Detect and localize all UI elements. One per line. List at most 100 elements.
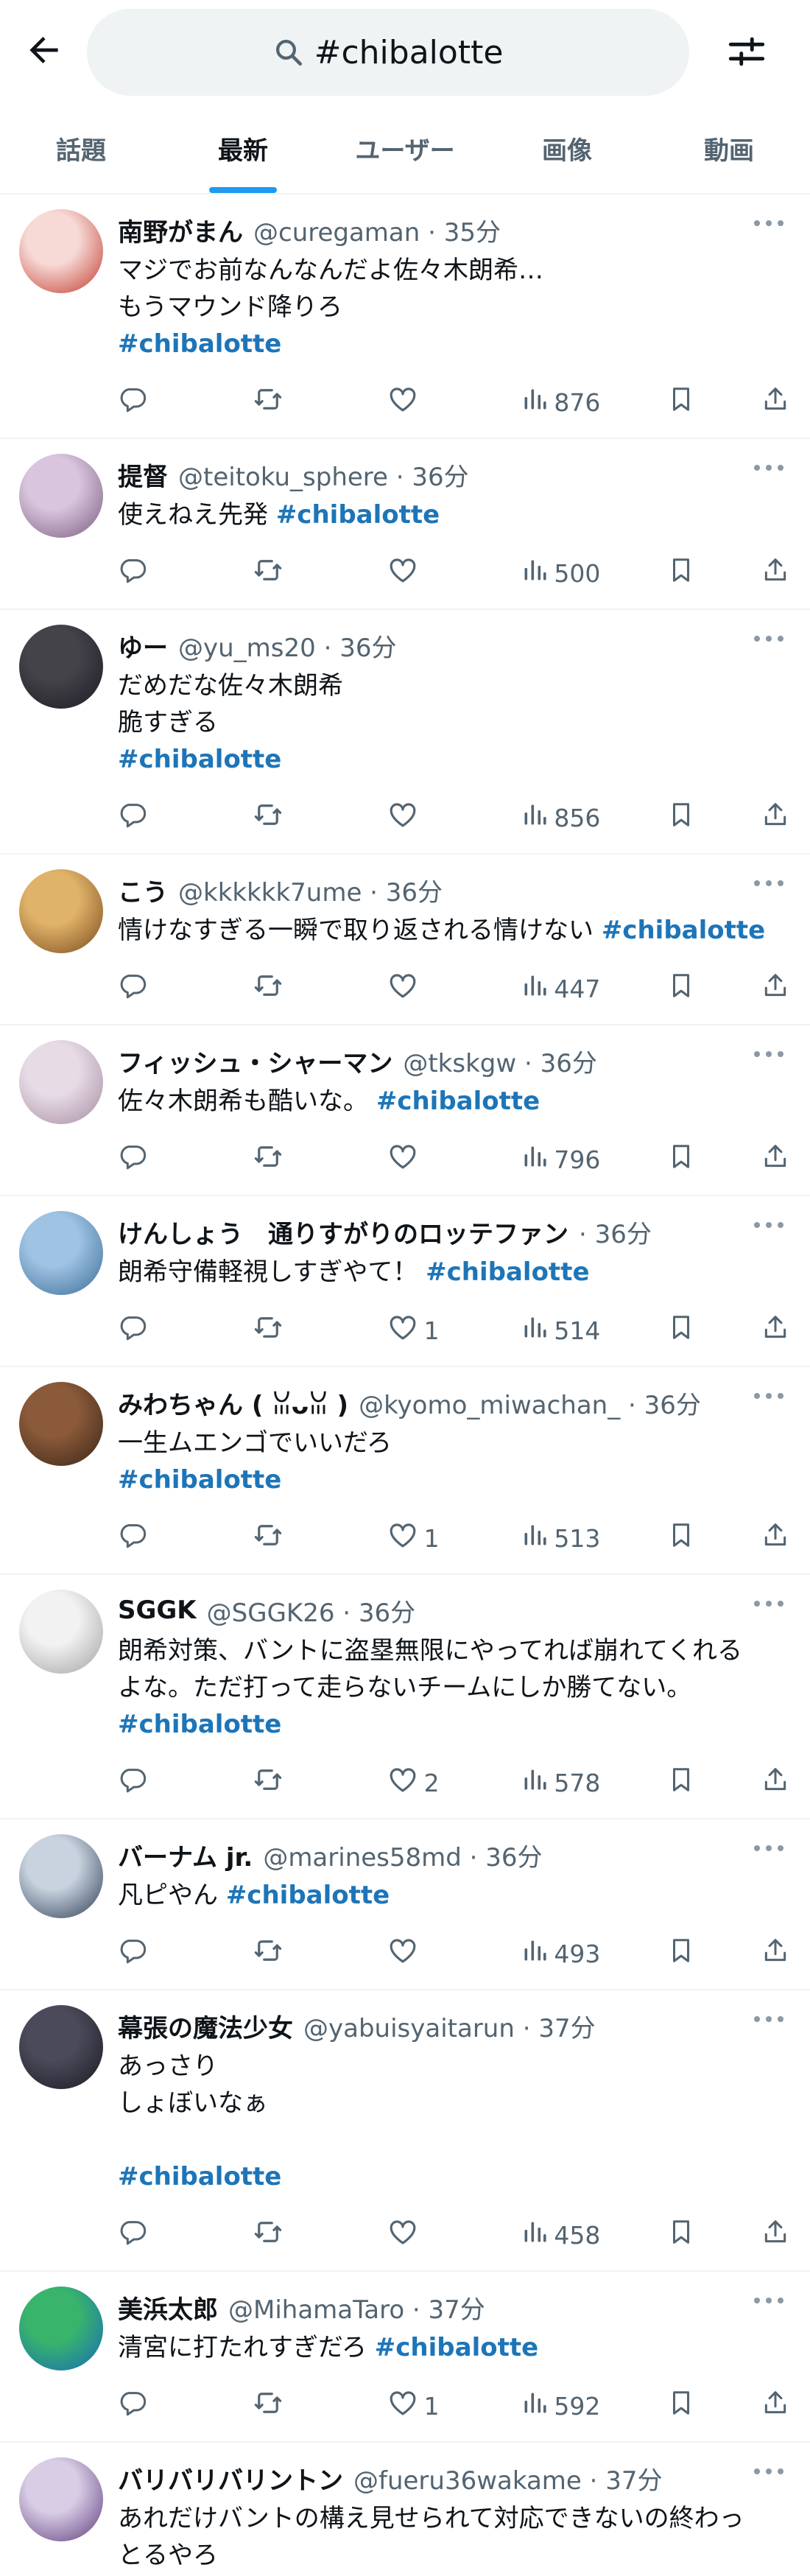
tab-people[interactable]: ユーザー (324, 103, 486, 193)
reply-button[interactable] (118, 2217, 253, 2253)
retweet-button[interactable] (253, 384, 387, 421)
bookmark-button[interactable] (667, 1521, 761, 1555)
share-button[interactable] (761, 556, 791, 590)
retweet-button[interactable] (253, 1312, 387, 1349)
avatar[interactable] (19, 2457, 103, 2541)
retweet-button[interactable] (253, 799, 387, 836)
display-name[interactable]: 幕張の魔法少女 (118, 2008, 293, 2044)
views-button[interactable]: 592 (521, 2390, 667, 2422)
hashtag-link[interactable]: #chibalotte (118, 1465, 281, 1495)
tweet[interactable]: バーナム jr. @marines58md · 36分 凡ピやん #chibal… (0, 1819, 810, 1990)
like-button[interactable] (387, 1141, 522, 1178)
avatar[interactable] (19, 1382, 103, 1466)
retweet-button[interactable] (253, 1141, 387, 1178)
more-options-button[interactable] (748, 625, 789, 654)
back-button[interactable] (22, 28, 66, 72)
more-options-button[interactable] (748, 1382, 789, 1411)
like-button[interactable] (387, 384, 522, 421)
more-options-button[interactable] (748, 209, 789, 239)
avatar[interactable] (19, 1590, 103, 1674)
avatar[interactable] (19, 2287, 103, 2370)
more-options-button[interactable] (748, 869, 789, 899)
tweet[interactable]: ゆー @yu_ms20 · 36分 だめだな佐々木朗希 脆すぎる #chibalot… (0, 610, 810, 854)
display-name[interactable]: 南野がまん (118, 212, 243, 248)
reply-button[interactable] (118, 2388, 253, 2424)
display-name[interactable]: こう (118, 872, 168, 908)
display-name[interactable]: SGGK (118, 1596, 197, 1625)
share-button[interactable] (761, 1937, 791, 1970)
views-button[interactable]: 458 (521, 2219, 667, 2251)
views-button[interactable]: 856 (521, 801, 667, 834)
avatar[interactable] (19, 625, 103, 709)
avatar[interactable] (19, 2005, 103, 2089)
display-name[interactable]: 提督 (118, 457, 168, 493)
tweet[interactable]: みわちゃん ( ꈍᴗꈍ ) @kyomo_miwachan_ · 36分 一生ム… (0, 1367, 810, 1575)
share-button[interactable] (761, 1143, 791, 1176)
views-button[interactable]: 513 (521, 1522, 667, 1554)
bookmark-button[interactable] (667, 1766, 761, 1800)
more-options-button[interactable] (748, 1040, 789, 1070)
reply-button[interactable] (118, 800, 253, 835)
share-button[interactable] (761, 801, 791, 835)
views-button[interactable]: 500 (521, 557, 667, 589)
bookmark-button[interactable] (667, 385, 761, 419)
display-name[interactable]: バーナム jr. (118, 1837, 253, 1873)
tweet[interactable]: バリバリバリントン @fueru36wakame · 37分 あれだけバントの構… (0, 2443, 810, 2576)
avatar[interactable] (19, 209, 103, 293)
more-options-button[interactable] (748, 2287, 789, 2316)
bookmark-button[interactable] (667, 2218, 761, 2252)
retweet-button[interactable] (253, 1935, 387, 1972)
share-button[interactable] (761, 1521, 791, 1555)
retweet-button[interactable] (253, 1520, 387, 1557)
hashtag-link[interactable]: #chibalotte (376, 1087, 540, 1116)
search-input[interactable]: #chibalotte (87, 9, 689, 96)
more-options-button[interactable] (748, 2005, 789, 2035)
avatar[interactable] (19, 1834, 103, 1918)
reply-button[interactable] (118, 1313, 253, 1348)
views-button[interactable]: 514 (521, 1314, 667, 1347)
hashtag-link[interactable]: #chibalotte (276, 500, 440, 530)
like-button[interactable] (387, 970, 522, 1007)
retweet-button[interactable] (253, 555, 387, 592)
like-button[interactable] (387, 555, 522, 592)
retweet-button[interactable] (253, 2387, 387, 2424)
filter-button[interactable] (723, 28, 770, 75)
reply-button[interactable] (118, 555, 253, 591)
tweet[interactable]: SGGK @SGGK26 · 36分 朗希対策、バントに盗塁無限にやってれば崩れ… (0, 1575, 810, 1819)
bookmark-button[interactable] (667, 1937, 761, 1970)
more-options-button[interactable] (748, 1590, 789, 1619)
retweet-button[interactable] (253, 970, 387, 1007)
hashtag-link[interactable]: #chibalotte (118, 329, 281, 359)
views-button[interactable]: 876 (521, 386, 667, 418)
bookmark-button[interactable] (667, 2389, 761, 2423)
tweet[interactable]: 美浜太郎 @MihamaTaro · 37分 清宮に打たれすぎだろ #chiba… (0, 2272, 810, 2443)
display-name[interactable]: 美浜太郎 (118, 2289, 218, 2326)
tweet[interactable]: こう @kkkkkk7ume · 36分 情けなすぎる一瞬で取り返される情けない… (0, 854, 810, 1025)
more-options-button[interactable] (748, 1834, 789, 1864)
hashtag-link[interactable]: #chibalotte (426, 1257, 589, 1287)
hashtag-link[interactable]: #chibalotte (226, 1881, 390, 1910)
share-button[interactable] (761, 2218, 791, 2252)
display-name[interactable]: フィッシュ・シャーマン (118, 1043, 392, 1079)
tweet[interactable]: 提督 @teitoku_sphere · 36分 使えねえ先発 #chibalo… (0, 439, 810, 610)
retweet-button[interactable] (253, 2217, 387, 2253)
bookmark-button[interactable] (667, 801, 761, 835)
share-button[interactable] (761, 1313, 791, 1347)
reply-button[interactable] (118, 1142, 253, 1177)
reply-button[interactable] (118, 971, 253, 1006)
reply-button[interactable] (118, 1765, 253, 1800)
more-options-button[interactable] (748, 2457, 789, 2487)
bookmark-button[interactable] (667, 556, 761, 590)
avatar[interactable] (19, 454, 103, 538)
avatar[interactable] (19, 1040, 103, 1124)
display-name[interactable]: ゆー (118, 628, 168, 664)
tab-media[interactable]: 画像 (486, 103, 648, 193)
reply-button[interactable] (118, 385, 253, 420)
retweet-button[interactable] (253, 1764, 387, 1801)
tab-videos[interactable]: 動画 (648, 103, 810, 193)
hashtag-link[interactable]: #chibalotte (602, 916, 765, 945)
avatar[interactable] (19, 869, 103, 953)
like-button[interactable] (387, 799, 522, 836)
more-options-button[interactable] (748, 1211, 789, 1240)
reply-button[interactable] (118, 1520, 253, 1556)
